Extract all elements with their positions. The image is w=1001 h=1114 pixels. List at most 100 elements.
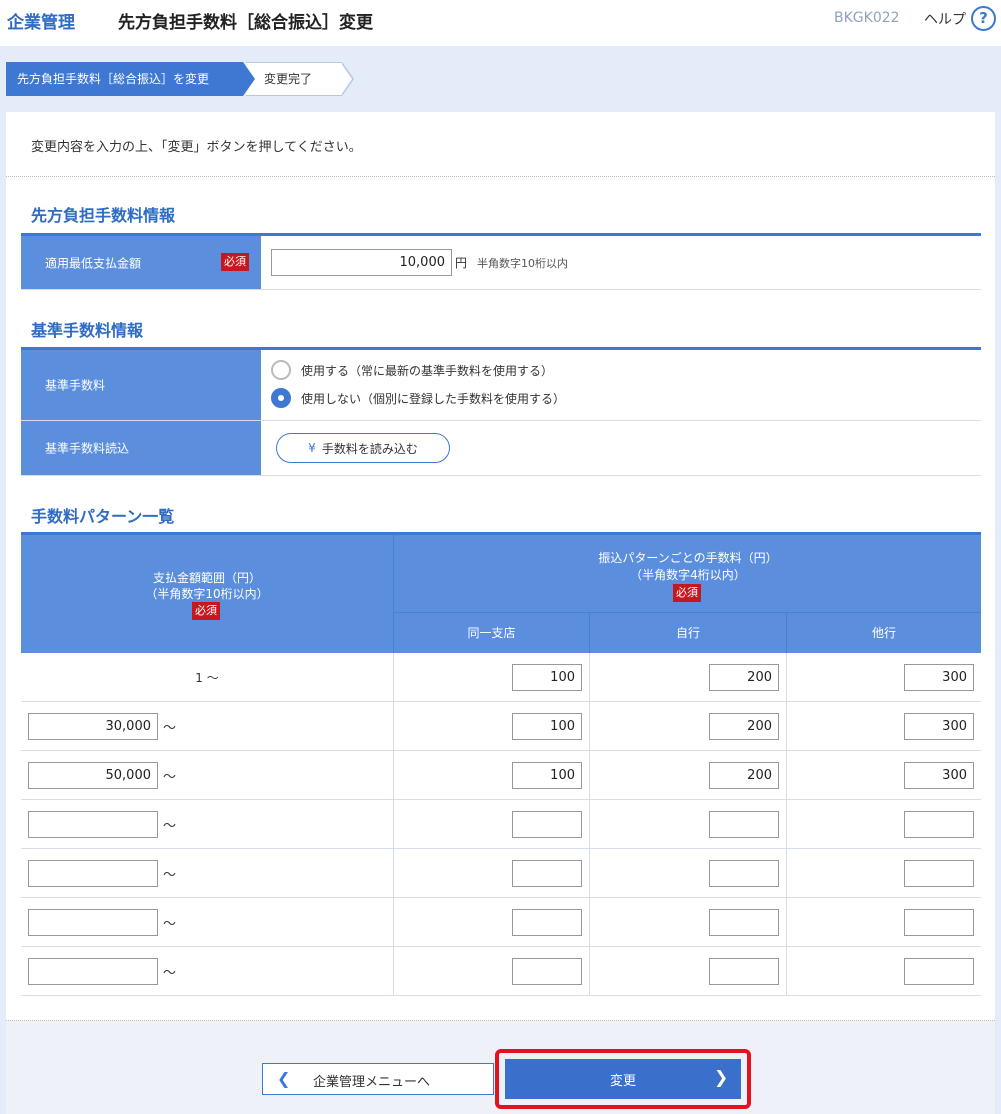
fee-same-branch-input[interactable]: [512, 958, 582, 985]
column-divider: [393, 800, 394, 849]
table-row: ～: [21, 849, 981, 898]
fee-own-bank-input[interactable]: [709, 811, 779, 838]
fee-own-bank-input[interactable]: 200: [709, 664, 779, 691]
table-row: ～: [21, 800, 981, 849]
col-own-bank: 自行: [589, 613, 786, 653]
fee-other-bank-input[interactable]: [904, 811, 974, 838]
fee-other-bank-input[interactable]: [904, 909, 974, 936]
column-divider: [786, 751, 787, 800]
load-fee-row: 基準手数料読込 ¥ 手数料を読み込む: [21, 421, 981, 476]
step-current: 先方負担手数料［総合振込］を変更: [6, 62, 243, 96]
step-complete-arrow-fill: [341, 63, 352, 95]
column-divider: [589, 653, 590, 702]
range-start-input[interactable]: [28, 909, 158, 936]
column-divider: [393, 947, 394, 996]
amount-hint: 半角数字10桁以内: [477, 257, 568, 270]
chevron-left-icon: ❮: [277, 1069, 291, 1088]
range-start-input[interactable]: [28, 811, 158, 838]
column-divider: [589, 702, 590, 751]
step-indicator: 変更完了 先方負担手数料［総合振込］を変更: [6, 62, 406, 96]
divider: [6, 176, 995, 177]
help-icon[interactable]: ?: [971, 6, 996, 31]
radio-not-use-base-fee[interactable]: 使用しない（個別に登録した手数料を使用する）: [271, 388, 565, 408]
fee-header: 振込パターンごとの手数料（円） （半角数字4桁以内） 必須: [393, 535, 981, 613]
chevron-right-icon: ❯: [714, 1068, 729, 1088]
col-same-branch: 同一支店: [393, 613, 589, 653]
column-divider: [786, 653, 787, 702]
column-divider: [589, 751, 590, 800]
column-divider: [786, 898, 787, 947]
fee-own-bank-input[interactable]: 200: [709, 762, 779, 789]
fee-same-branch-input[interactable]: 100: [512, 713, 582, 740]
range-tilde: ～: [163, 917, 177, 932]
required-badge: 必須: [221, 253, 249, 271]
load-fee-label-cell: 基準手数料読込: [21, 421, 261, 475]
range-tilde: ～: [163, 770, 177, 785]
section-title-base-fee: 基準手数料情報: [31, 321, 144, 340]
fee-header-line1: 振込パターンごとの手数料（円）: [598, 551, 778, 565]
fee-same-branch-input[interactable]: [512, 909, 582, 936]
table-row: 1 ～ 100 200 300: [21, 653, 981, 702]
yen-coin-icon: ¥: [308, 441, 316, 455]
fee-own-bank-input[interactable]: 200: [709, 713, 779, 740]
fee-other-bank-input[interactable]: 300: [904, 713, 974, 740]
column-divider: [589, 947, 590, 996]
column-divider: [786, 702, 787, 751]
range-tilde: ～: [163, 721, 177, 736]
radio-use-label: 使用する（常に最新の基準手数料を使用する）: [301, 363, 554, 378]
change-button[interactable]: 変更 ❯: [505, 1059, 741, 1099]
required-badge: 必須: [673, 584, 701, 602]
column-divider: [786, 849, 787, 898]
range-start-input[interactable]: [28, 958, 158, 985]
fee-other-bank-input[interactable]: [904, 958, 974, 985]
main-panel: 変更内容を入力の上、「変更」ボタンを押してください。 先方負担手数料情報 適用最…: [6, 112, 995, 1114]
column-divider: [589, 800, 590, 849]
fee-header-line2: （半角数字4桁以内）: [630, 568, 746, 582]
range-start-input[interactable]: [28, 860, 158, 887]
column-divider: [393, 898, 394, 947]
column-divider: [589, 898, 590, 947]
back-to-menu-button[interactable]: ❮ 企業管理メニューへ: [262, 1063, 494, 1095]
range-tilde: ～: [163, 819, 177, 834]
fee-other-bank-input[interactable]: [904, 860, 974, 887]
step-current-arrow: [243, 62, 255, 96]
range-start-input[interactable]: 30,000: [28, 713, 158, 740]
section-title-fee-info: 先方負担手数料情報: [31, 206, 176, 225]
fee-same-branch-input[interactable]: 100: [512, 762, 582, 789]
fee-same-branch-input[interactable]: [512, 860, 582, 887]
fee-other-bank-input[interactable]: 300: [904, 664, 974, 691]
fee-own-bank-input[interactable]: [709, 860, 779, 887]
range-start-input[interactable]: 50,000: [28, 762, 158, 789]
column-divider: [786, 800, 787, 849]
range-header-line1: 支払金額範囲（円）: [152, 571, 261, 585]
column-divider: [393, 849, 394, 898]
base-fee-row: 基準手数料 使用する（常に最新の基準手数料を使用する） 使用しない（個別に登録し…: [21, 350, 981, 421]
radio-unchecked-icon[interactable]: [271, 360, 291, 380]
min-amount-label: 適用最低支払金額: [45, 256, 142, 270]
help-link[interactable]: ヘルプ: [924, 9, 966, 29]
min-amount-label-cell: 適用最低支払金額 必須: [21, 236, 261, 289]
range-start-fixed: 1 ～: [195, 671, 219, 685]
fee-own-bank-input[interactable]: [709, 958, 779, 985]
brand-label: 企業管理: [7, 13, 75, 33]
load-fees-button[interactable]: ¥ 手数料を読み込む: [276, 433, 450, 463]
min-amount-input[interactable]: [271, 249, 452, 276]
radio-not-use-label: 使用しない（個別に登録した手数料を使用する）: [301, 391, 566, 406]
fee-own-bank-input[interactable]: [709, 909, 779, 936]
page-title: 先方負担手数料［総合振込］変更: [118, 13, 373, 33]
load-fees-label: 手数料を読み込む: [321, 441, 418, 456]
yen-unit: 円: [455, 256, 468, 270]
base-fee-label-cell: 基準手数料: [21, 350, 261, 420]
fee-other-bank-input[interactable]: 300: [904, 762, 974, 789]
table-row: 50,000 ～ 100 200 300: [21, 751, 981, 800]
radio-use-base-fee[interactable]: 使用する（常に最新の基準手数料を使用する）: [271, 360, 553, 380]
column-divider: [589, 849, 590, 898]
table-row: 30,000 ～ 100 200 300: [21, 702, 981, 751]
screen-id: BKGK022: [834, 10, 900, 26]
fee-same-branch-input[interactable]: [512, 811, 582, 838]
fee-same-branch-input[interactable]: 100: [512, 664, 582, 691]
radio-checked-icon[interactable]: [271, 388, 291, 408]
col-other-bank: 他行: [786, 613, 981, 653]
instruction-text: 変更内容を入力の上、「変更」ボタンを押してください。: [31, 140, 362, 155]
load-fee-label: 基準手数料読込: [45, 441, 130, 456]
